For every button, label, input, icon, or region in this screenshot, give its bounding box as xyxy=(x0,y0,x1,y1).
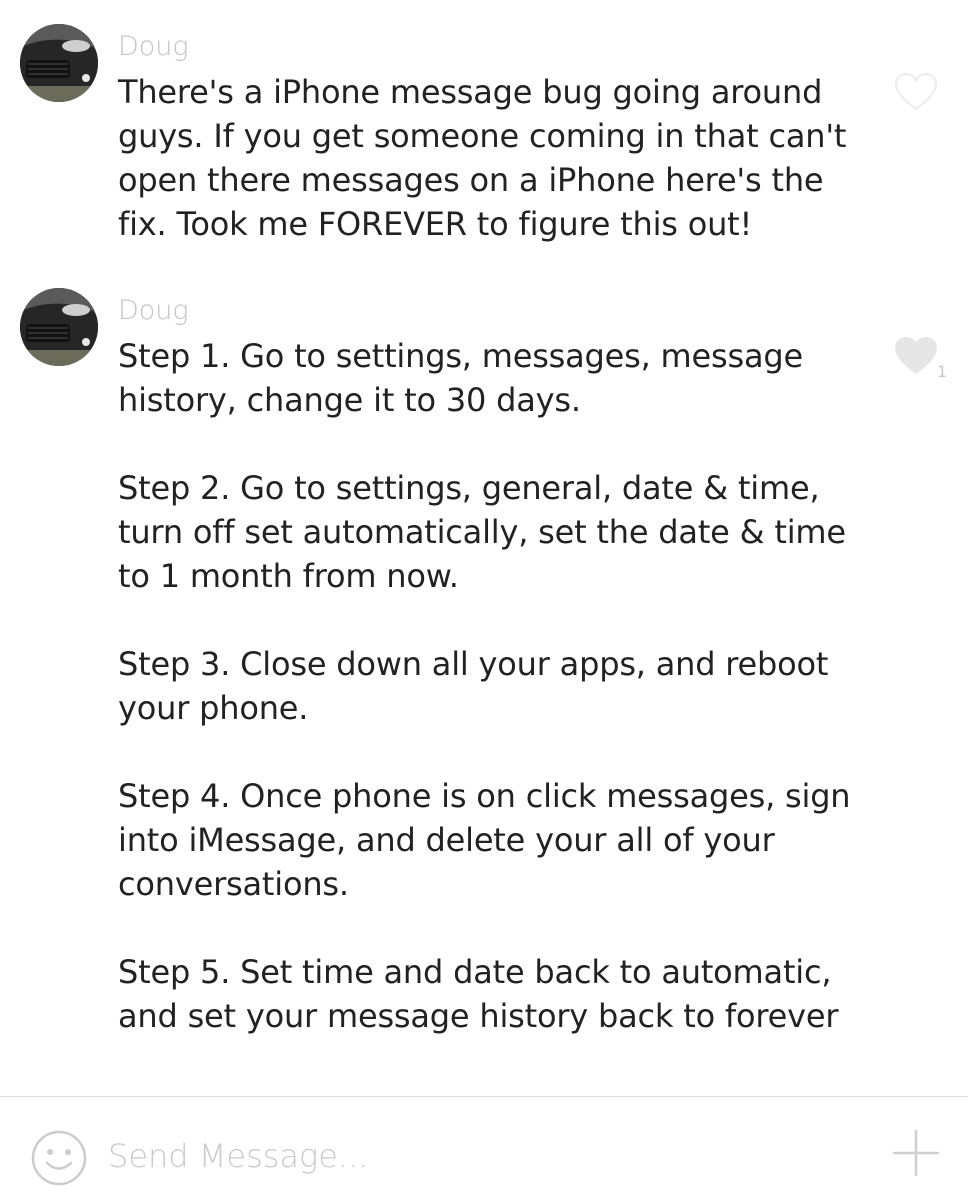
message-item: Doug There's a iPhone message bug going … xyxy=(0,0,968,260)
heart-filled-icon xyxy=(894,336,938,375)
message-composer xyxy=(0,1097,968,1200)
message-paragraph: Step 4. Once phone is on click messages,… xyxy=(118,777,851,903)
plus-icon xyxy=(892,1129,940,1177)
sender-avatar[interactable] xyxy=(20,288,98,366)
add-attachment-button[interactable] xyxy=(892,1129,940,1177)
message-paragraph: Step 2. Go to settings, general, date & … xyxy=(118,469,846,595)
message-item: Doug Step 1. Go to settings, messages, m… xyxy=(0,260,968,1060)
message-text: There's a iPhone message bug going aroun… xyxy=(118,70,878,246)
like-count: 1 xyxy=(937,362,948,381)
like-button[interactable] xyxy=(893,336,939,376)
message-paragraph: Step 5. Set time and date back to automa… xyxy=(118,953,839,1035)
emoji-button[interactable] xyxy=(30,1129,88,1187)
heart-outline-icon xyxy=(894,72,938,111)
like-button[interactable] xyxy=(893,72,939,112)
message-paragraph: Step 3. Close down all your apps, and re… xyxy=(118,645,829,727)
message-input[interactable] xyxy=(108,1131,848,1181)
car-photo-avatar-icon xyxy=(20,288,98,366)
smiley-face-icon xyxy=(31,1130,87,1186)
message-text: Step 1. Go to settings, messages, messag… xyxy=(118,334,878,1038)
sender-avatar[interactable] xyxy=(20,24,98,102)
sender-name: Doug xyxy=(118,295,189,326)
sender-name: Doug xyxy=(118,31,189,62)
message-paragraph: There's a iPhone message bug going aroun… xyxy=(118,73,847,243)
car-photo-avatar-icon xyxy=(20,24,98,102)
message-paragraph: Step 1. Go to settings, messages, messag… xyxy=(118,337,803,419)
